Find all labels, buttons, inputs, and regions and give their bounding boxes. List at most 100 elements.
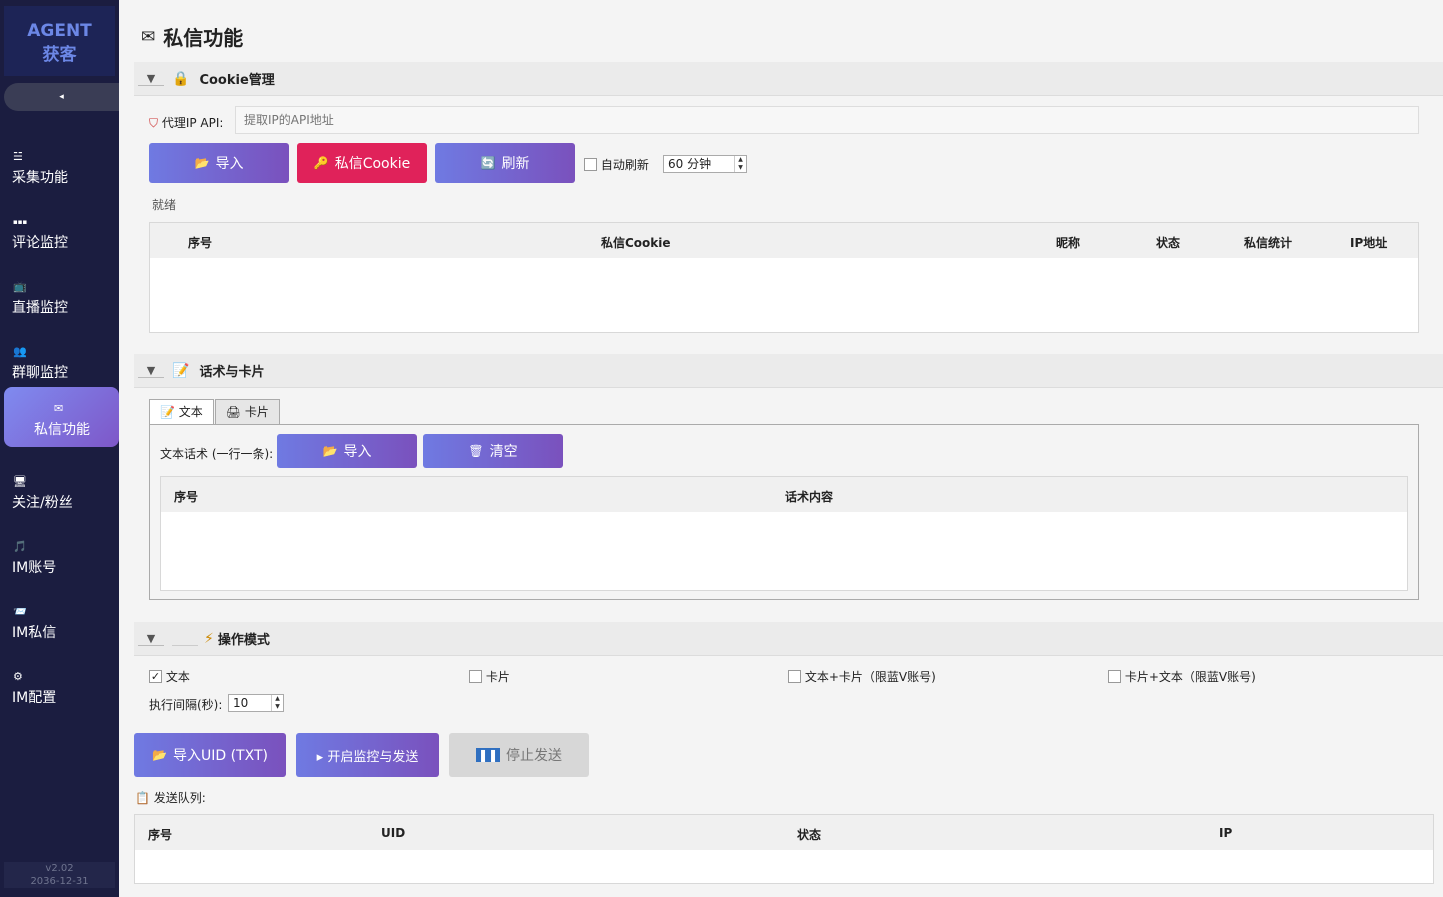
tab-label: 卡片: [244, 405, 269, 419]
script-section-header[interactable]: ▼ 📝 话术与卡片: [134, 354, 1443, 388]
envelope-icon: ✉: [54, 402, 64, 415]
checkbox-label: 自动刷新: [600, 158, 649, 172]
button-label: 导入UID (TXT): [172, 748, 268, 764]
section-title: 话术与卡片: [199, 365, 265, 380]
folder-icon: 📂: [322, 444, 338, 458]
checkbox-box[interactable]: [1108, 670, 1121, 683]
page-title: ✉ 私信功能: [141, 22, 243, 51]
import-script-button[interactable]: 📂 导入: [277, 434, 417, 468]
send-queue-table[interactable]: 序号 UID 状态 IP: [134, 814, 1434, 884]
list-icon: ☱: [13, 150, 23, 163]
column-header[interactable]: 序号: [188, 234, 212, 251]
column-header[interactable]: 私信Cookie: [601, 234, 671, 251]
column-header[interactable]: IP: [1219, 826, 1232, 840]
column-header[interactable]: 状态: [1156, 234, 1180, 251]
tab-card[interactable]: 🖨 卡片: [214, 399, 280, 424]
button-label: 私信Cookie: [334, 156, 411, 172]
page-title-text: 私信功能: [163, 26, 244, 50]
column-header[interactable]: IP地址: [1350, 234, 1387, 251]
button-label: 刷新: [501, 156, 530, 172]
collapse-arrow-icon[interactable]: ▼: [138, 72, 164, 86]
nav-item-follow-fans[interactable]: 🖥 关注/粉丝: [0, 462, 119, 522]
script-label: 文本话术 (一行一条):: [160, 447, 274, 461]
folder-icon: 📂: [194, 156, 210, 170]
music-icon: 🎵: [13, 540, 27, 553]
nav-label: 群聊监控: [12, 365, 68, 381]
proxy-api-input[interactable]: [235, 106, 1419, 134]
nav-item-im-config[interactable]: ⚙ IM配置: [0, 657, 119, 717]
clear-script-button[interactable]: 🗑 清空: [423, 434, 563, 468]
mode-text-checkbox[interactable]: ✓ 文本: [149, 668, 190, 685]
checkbox-box[interactable]: [469, 670, 482, 683]
column-header[interactable]: 话术内容: [785, 488, 833, 505]
column-header[interactable]: 序号: [174, 488, 198, 505]
nav-label: 直播监控: [12, 300, 68, 316]
mode-card-checkbox[interactable]: 卡片: [469, 668, 510, 685]
nav-label: 关注/粉丝: [12, 495, 73, 511]
checkbox-box[interactable]: ✓: [149, 670, 162, 683]
button-label: ▸ 开启监控与发送: [316, 749, 419, 765]
monitor-icon: 🖥: [13, 475, 27, 488]
collapse-arrow-icon[interactable]: ▼: [138, 632, 164, 646]
nav-item-comment-monitor[interactable]: ▪▪▪ 评论监控: [0, 202, 119, 262]
nav-label: IM配置: [12, 690, 57, 706]
column-header[interactable]: 昵称: [1056, 234, 1080, 251]
folder-icon: 📂: [152, 748, 167, 762]
private-cookie-button[interactable]: 🔑 私信Cookie: [297, 143, 427, 183]
checkbox-box[interactable]: [584, 158, 597, 171]
brand-logo: AGENT 获客: [4, 6, 115, 76]
nav-label: 私信功能: [34, 422, 90, 438]
cookie-section-header[interactable]: ▼ 🔒 Cookie管理: [134, 62, 1443, 96]
button-label: 停止发送: [506, 748, 563, 764]
gear-icon: ⚙: [13, 670, 23, 683]
script-table[interactable]: 序号 话术内容: [160, 476, 1408, 591]
refresh-interval-spinner[interactable]: 60 分钟 ▲ ▼: [663, 155, 747, 173]
nav-item-group-monitor[interactable]: 👥 群聊监控: [0, 332, 119, 392]
shield-icon: ⛉: [149, 116, 159, 130]
collapse-arrow-icon[interactable]: ▼: [138, 364, 164, 378]
collapse-sidebar-button[interactable]: ◂: [4, 83, 119, 111]
column-header[interactable]: 序号: [148, 826, 172, 843]
collapse-icon: ◂: [59, 92, 64, 102]
mode-card-text-checkbox[interactable]: 卡片+文本（限蓝V账号): [1108, 668, 1256, 685]
button-label: 导入: [343, 444, 372, 460]
button-label: 清空: [489, 444, 518, 460]
mode-section-header[interactable]: ▼ ⚡ 操作模式: [134, 622, 1443, 656]
interval-spinner[interactable]: 10 ▲ ▼: [228, 694, 284, 712]
import-uid-button[interactable]: 📂 导入UID (TXT): [134, 733, 286, 777]
envelope-icon: ✉: [141, 26, 156, 47]
key-icon: 🔑: [313, 156, 329, 170]
tv-icon: 📺: [13, 280, 27, 293]
refresh-icon: 🔄: [480, 156, 496, 170]
start-monitor-button[interactable]: ▸ 开启监控与发送: [296, 733, 439, 777]
sidebar: AGENT 获客 ◂ ☱ 采集功能 ▪▪▪ 评论监控 📺 直播监控 👥 群聊监控 ✉ 私信…: [0, 0, 119, 897]
nav-item-private-message[interactable]: ✉ 私信功能: [4, 387, 119, 447]
brand-subtitle: 获客: [42, 45, 77, 65]
import-cookie-button[interactable]: 📂 导入: [149, 143, 289, 183]
mail-icon: 📨: [13, 605, 27, 618]
nav-item-im-account[interactable]: 🎵 IM账号: [0, 527, 119, 587]
brand-title: AGENT: [27, 21, 92, 41]
cookie-table[interactable]: 序号 私信Cookie 昵称 状态 私信统计 IP地址: [149, 222, 1419, 333]
spinner-arrows-icon[interactable]: ▲ ▼: [734, 156, 746, 172]
refresh-button[interactable]: 🔄 刷新: [435, 143, 575, 183]
nav-label: IM私信: [12, 625, 57, 641]
column-header[interactable]: UID: [381, 826, 405, 840]
column-header[interactable]: 私信统计: [1244, 234, 1292, 251]
mode-text-card-checkbox[interactable]: 文本+卡片（限蓝V账号): [788, 668, 936, 685]
auto-refresh-checkbox[interactable]: 自动刷新: [584, 156, 649, 173]
button-label: 导入: [215, 156, 244, 172]
checkbox-box[interactable]: [788, 670, 801, 683]
nav-label: IM账号: [12, 560, 57, 576]
tab-text[interactable]: 📝 文本: [149, 399, 214, 425]
chat-icon: ▪▪▪: [13, 218, 28, 226]
stop-send-button[interactable]: ❚❚ 停止发送: [449, 733, 589, 777]
checkbox-label: 文本+卡片（限蓝V账号): [804, 670, 936, 684]
tab-label: 文本: [178, 405, 203, 419]
nav-item-collect[interactable]: ☱ 采集功能: [0, 137, 119, 197]
nav-item-im-message[interactable]: 📨 IM私信: [0, 592, 119, 652]
column-header[interactable]: 状态: [797, 826, 821, 843]
nav-item-live-monitor[interactable]: 📺 直播监控: [0, 267, 119, 327]
spinner-arrows-icon[interactable]: ▲ ▼: [271, 695, 283, 711]
checkbox-label: 卡片: [485, 670, 510, 684]
